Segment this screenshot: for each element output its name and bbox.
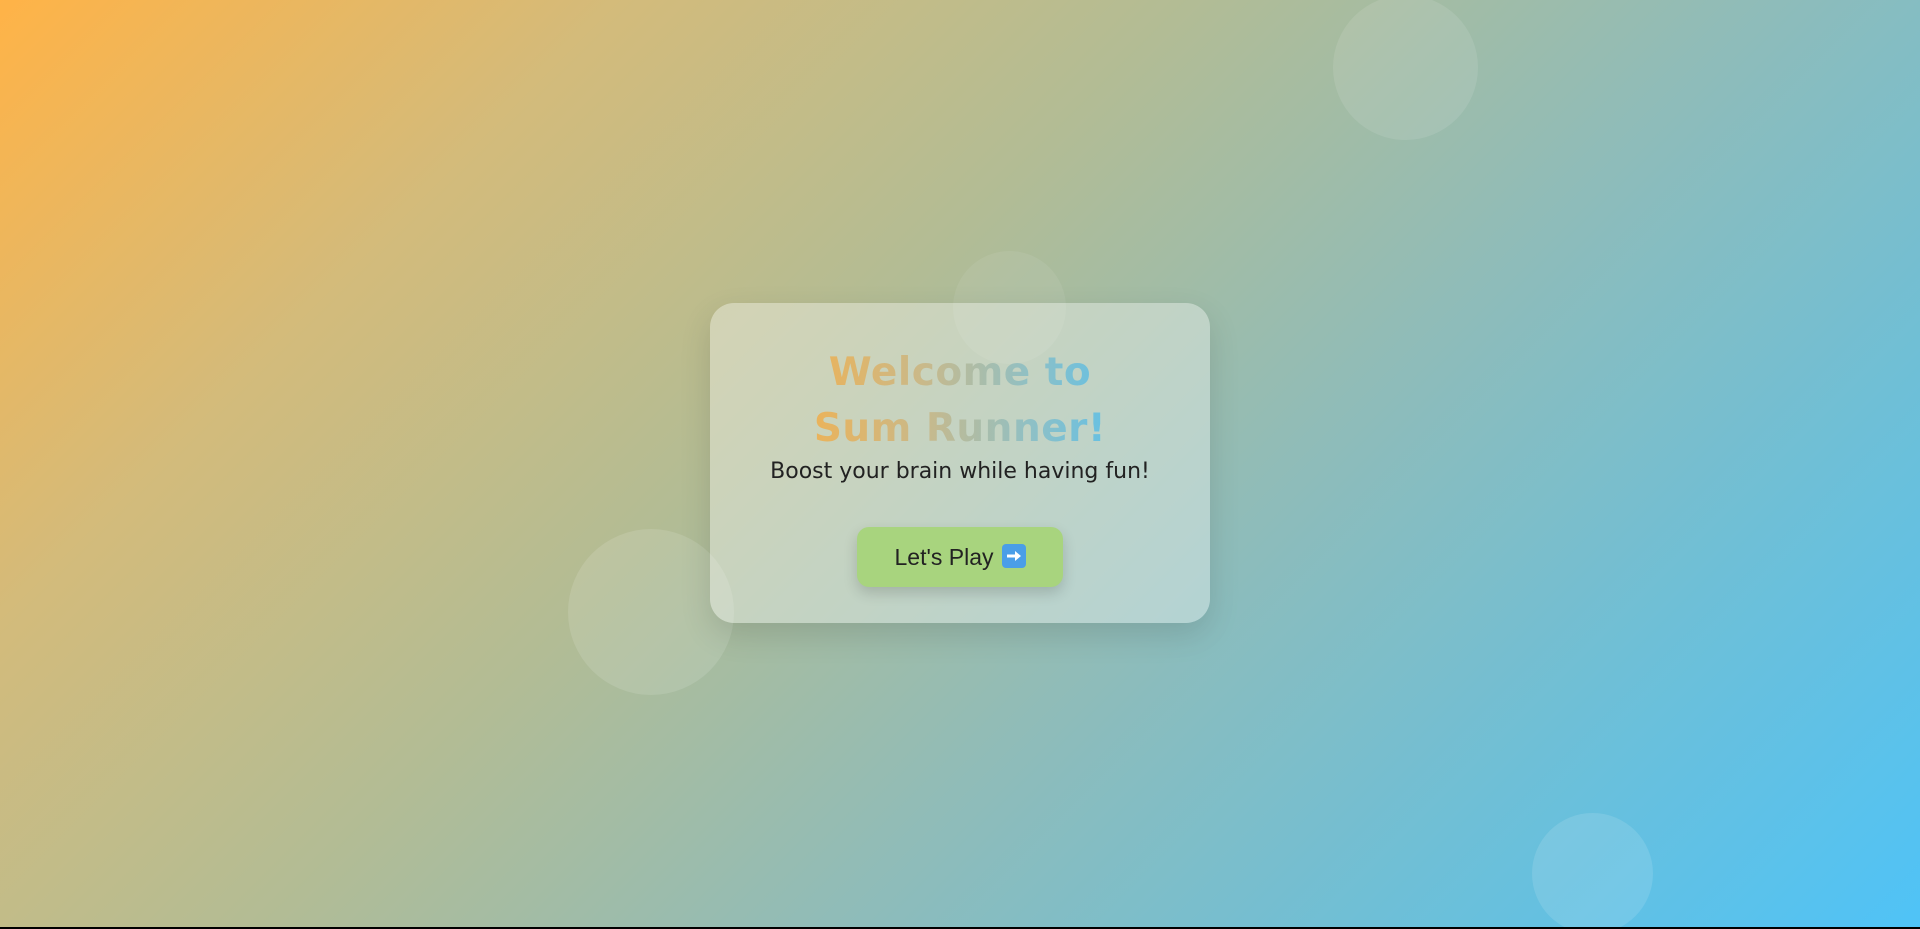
game-subtitle: Boost your brain while having fun!: [770, 459, 1150, 484]
welcome-screen: Welcome to Sum Runner! Boost your brain …: [0, 0, 1920, 927]
play-button-label: Let's Play: [894, 544, 994, 570]
welcome-card: Welcome to Sum Runner! Boost your brain …: [710, 303, 1210, 623]
game-title: Welcome to Sum Runner!: [780, 345, 1140, 457]
right-arrow-icon: [1001, 544, 1026, 568]
decorative-bubble: [1532, 813, 1653, 927]
lets-play-button[interactable]: Let's Play: [857, 527, 1063, 587]
decorative-bubble: [1333, 0, 1478, 140]
